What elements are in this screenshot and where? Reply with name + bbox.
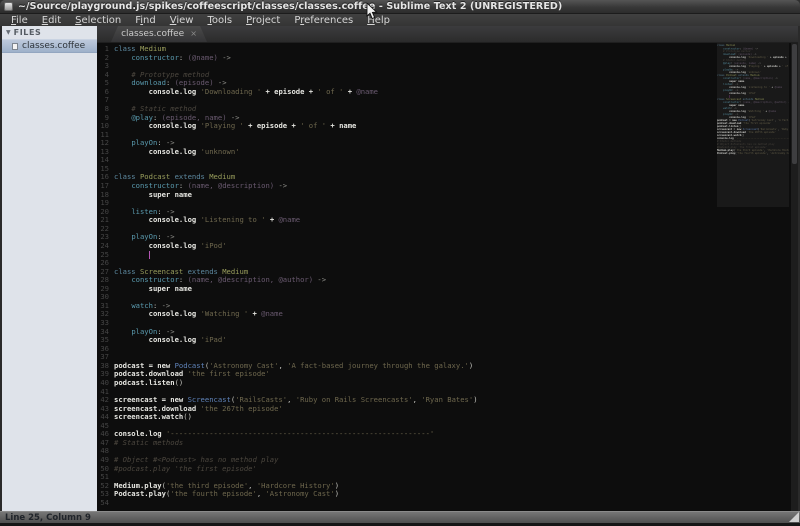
mouse-cursor-icon [366,3,378,20]
tab-classes-coffee[interactable]: classes.coffee × [111,26,207,42]
main-area: ▼ FILES classes.coffee classes.coffee × … [0,26,800,511]
code-line[interactable]: 21 console.log 'Listening to ' + @name [97,216,478,225]
menu-tools[interactable]: Tools [200,15,239,26]
tab-bar: classes.coffee × [97,26,798,43]
collapse-triangle-icon: ▼ [6,29,11,36]
code-line[interactable]: 13 console.log 'unknown' [97,148,478,157]
code-line[interactable]: 29 super name [97,285,478,294]
code-editor[interactable]: 1class Medium2 constructor: (@name) ->34… [97,43,798,511]
menu-preferences[interactable]: Preferences [287,15,360,26]
code-line[interactable]: 50#podcast.play 'the first episode' [97,465,478,474]
status-bar: Line 25, Column 9 [0,511,800,523]
code-line[interactable]: 6 console.log 'Downloading ' + episode +… [97,88,478,97]
code-line[interactable]: 18 super name [97,191,478,200]
tab-close-icon[interactable]: × [190,30,197,38]
menu-project[interactable]: Project [239,15,287,26]
file-icon [12,43,18,50]
sidebar-files-header[interactable]: ▼ FILES [2,26,97,39]
menu-edit[interactable]: Edit [35,15,68,26]
tab-label: classes.coffee [121,29,184,39]
scrollbar-thumb[interactable] [792,44,797,164]
code-line[interactable]: 35 console.log 'iPad' [97,336,478,345]
title-bar[interactable]: ~/Source/playground.js/spikes/coffeescri… [0,0,800,14]
menu-selection[interactable]: Selection [68,15,128,26]
code-line[interactable]: 54 [97,499,478,508]
code-line[interactable]: 10 console.log 'Playing ' + episode + ' … [97,122,478,131]
code-line[interactable]: 25 [97,251,478,260]
cursor-position-status: Line 25, Column 9 [0,513,91,523]
code-line[interactable]: 44screencast.watch() [97,413,478,422]
editor-column: classes.coffee × 1class Medium2 construc… [97,26,798,511]
menu-view[interactable]: View [163,15,201,26]
window-title: ~/Source/playground.js/spikes/coffeescri… [18,1,562,12]
code-area[interactable]: 1class Medium2 constructor: (@name) ->34… [97,45,478,507]
vertical-scrollbar[interactable] [791,43,798,511]
menu-file[interactable]: File [4,15,35,26]
sidebar-files-label: FILES [14,28,42,37]
sidebar-item-classes-coffee[interactable]: classes.coffee [2,39,97,53]
code-line[interactable]: 14 [97,156,478,165]
text-cursor [149,251,150,259]
window-icon [4,2,13,11]
code-line[interactable]: 47# Static methods [97,439,478,448]
code-line[interactable]: 32 console.log 'Watching ' + @name [97,310,478,319]
sidebar-item-label: classes.coffee [22,41,85,51]
code-line[interactable]: 53Podcast.play('the fourth episode', 'As… [97,490,478,499]
menu-bar: FileEditSelectionFindViewToolsProjectPre… [0,14,800,26]
code-line[interactable]: 24 console.log 'iPod' [97,242,478,251]
sidebar: ▼ FILES classes.coffee [2,26,97,511]
code-line[interactable]: 36 [97,345,478,354]
minimap-content: class Medium constructor: (@name) -> # P… [717,44,789,155]
code-line[interactable]: 40podcast.listen() [97,379,478,388]
code-line[interactable]: 2 constructor: (@name) -> [97,54,478,63]
sublime-text-window: ~/Source/playground.js/spikes/coffeescri… [0,0,800,526]
menu-find[interactable]: Find [128,15,163,26]
minimap[interactable]: class Medium constructor: (@name) -> # P… [717,43,789,511]
resize-grip[interactable] [789,512,799,522]
